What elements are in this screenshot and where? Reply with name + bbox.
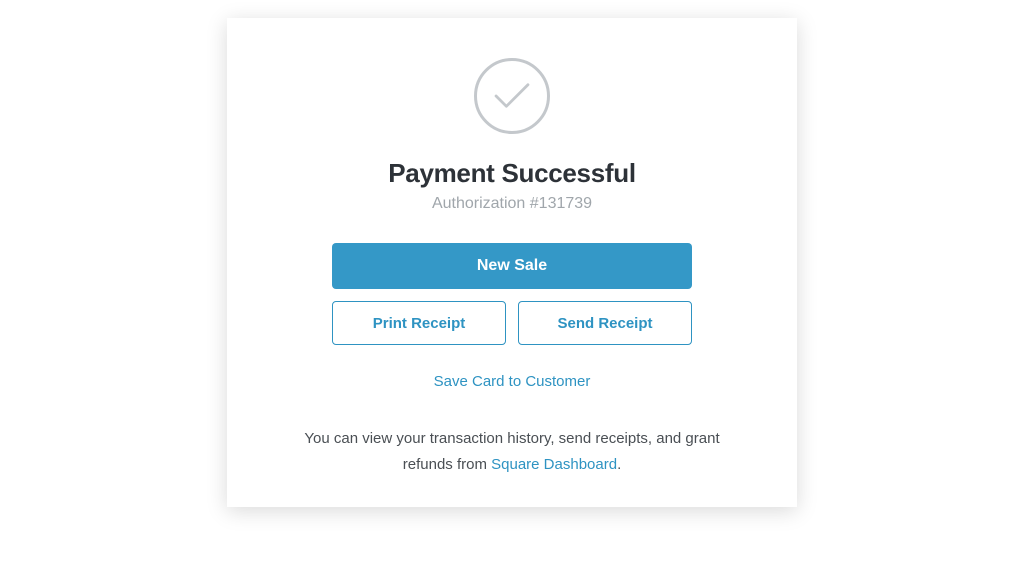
authorization-number: Authorization #131739 (432, 195, 592, 213)
payment-success-card: Payment Successful Authorization #131739… (227, 18, 797, 507)
send-receipt-button[interactable]: Send Receipt (518, 301, 692, 345)
page-title: Payment Successful (388, 158, 636, 189)
save-card-link[interactable]: Save Card to Customer (434, 373, 591, 390)
footer-message: You can view your transaction history, s… (292, 426, 732, 477)
receipt-button-row: Print Receipt Send Receipt (332, 301, 692, 345)
new-sale-button[interactable]: New Sale (332, 243, 692, 289)
checkmark-icon (474, 58, 550, 134)
print-receipt-button[interactable]: Print Receipt (332, 301, 506, 345)
footer-text-after: . (617, 456, 621, 473)
square-dashboard-link[interactable]: Square Dashboard (491, 456, 617, 473)
